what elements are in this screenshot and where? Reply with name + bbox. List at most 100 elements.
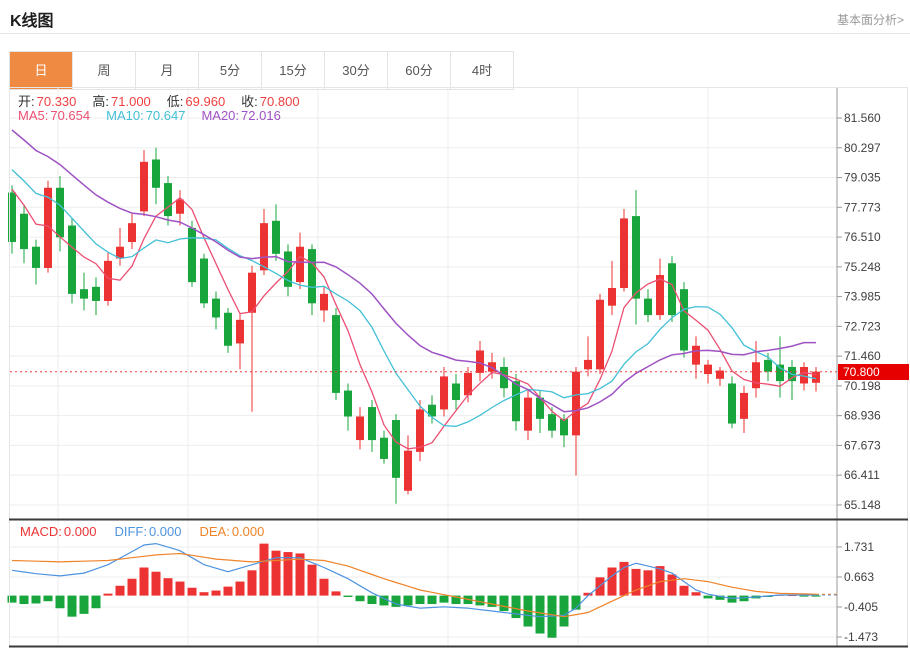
candle (116, 228, 124, 266)
candle (656, 259, 664, 320)
candle (452, 374, 460, 409)
macd-bar (800, 596, 809, 597)
macd-bar (728, 596, 737, 603)
price-axis-label: 72.723 (844, 319, 881, 333)
candle (632, 190, 640, 324)
macd-bar (320, 579, 329, 596)
price-axis-label: 77.773 (844, 200, 881, 214)
macd-bar (704, 596, 713, 599)
macd-bar (128, 579, 137, 596)
candle (524, 391, 532, 441)
macd-bar (440, 596, 449, 603)
macd-bar (356, 596, 365, 602)
candle (404, 435, 412, 494)
macd-item-2: DEA:0.000 (199, 524, 264, 539)
macd-bar (536, 596, 545, 634)
price-axis-label: 75.248 (844, 260, 881, 274)
candle (572, 367, 580, 475)
macd-bar (308, 565, 317, 596)
candle (248, 266, 256, 412)
macd-bar (680, 586, 689, 596)
macd-bar (416, 596, 425, 604)
candle (272, 204, 280, 261)
candle (236, 313, 244, 370)
macd-info: MACD:0.000 DIFF:0.000 DEA:0.000 (20, 524, 264, 539)
candle (812, 367, 820, 392)
macd-bar (428, 596, 437, 604)
macd-axis-label: -1.473 (844, 630, 878, 644)
candle (224, 308, 232, 353)
macd-bar (140, 568, 149, 596)
candle (356, 407, 364, 449)
price-axis-label: 80.297 (844, 141, 881, 155)
macd-bar (104, 594, 113, 596)
macd-bar (644, 570, 653, 595)
macd-bar (200, 592, 209, 595)
candle (164, 176, 172, 226)
macd-bar (260, 544, 269, 596)
macd-bar (68, 596, 77, 617)
macd-bar (152, 572, 161, 596)
candle (92, 277, 100, 315)
macd-item-0: MACD:0.000 (20, 524, 96, 539)
macd-axis-label: 0.663 (844, 570, 874, 584)
macd-bar (176, 582, 185, 596)
candle (608, 261, 616, 315)
price-axis-label: 79.035 (844, 171, 881, 185)
candle (212, 292, 220, 330)
candle (368, 400, 376, 452)
candle (188, 221, 196, 287)
candle (80, 273, 88, 311)
price-axis-label: 76.510 (844, 230, 881, 244)
candle (128, 214, 136, 249)
macd-bar (212, 591, 221, 596)
candles-layer[interactable] (8, 148, 820, 504)
macd-item-1: DIFF:0.000 (114, 524, 181, 539)
macd-bar (248, 570, 257, 595)
grid-layer (10, 88, 837, 646)
candle (344, 383, 352, 430)
macd-bar (8, 596, 17, 603)
candle (308, 244, 316, 315)
candle (440, 367, 448, 417)
macd-bar (668, 575, 677, 596)
price-axis-label: 70.198 (844, 379, 881, 393)
candle (176, 190, 184, 225)
candle (620, 209, 628, 292)
macd-bar (608, 568, 617, 596)
macd-bar (32, 596, 41, 604)
macd-bar (92, 596, 101, 609)
ma-info: MA5:70.654MA10:70.647MA20:72.016 (18, 108, 281, 123)
macd-bar (812, 596, 821, 597)
candle (332, 308, 340, 400)
macd-bar (500, 596, 509, 611)
macd-bar (44, 596, 53, 602)
candle (716, 367, 724, 386)
ma10-line (12, 170, 816, 427)
macd-bar (344, 596, 353, 597)
candle (20, 204, 28, 263)
macd-chart[interactable] (8, 544, 838, 638)
macd-bar (560, 596, 569, 627)
price-axis-label: 73.985 (844, 290, 881, 304)
macd-bar (56, 596, 65, 609)
macd-bar (116, 586, 125, 596)
candle (740, 386, 748, 433)
candle (380, 431, 388, 464)
ma-item-0: MA5:70.654 (18, 108, 90, 123)
macd-axis-label: 1.731 (844, 540, 874, 554)
ma-item-2: MA20:72.016 (201, 108, 280, 123)
macd-bar (20, 596, 29, 604)
macd-bar (236, 582, 245, 596)
price-axis-label: 67.673 (844, 438, 881, 452)
candle (692, 336, 700, 378)
macd-bar (404, 596, 413, 606)
macd-bar (368, 596, 377, 604)
candle (680, 282, 688, 357)
candle (728, 376, 736, 428)
ma20-line (12, 130, 816, 412)
macd-bar (224, 587, 233, 596)
current-price-badge: 70.800 (838, 364, 909, 380)
macd-bar (332, 591, 341, 595)
macd-bar (80, 596, 89, 614)
